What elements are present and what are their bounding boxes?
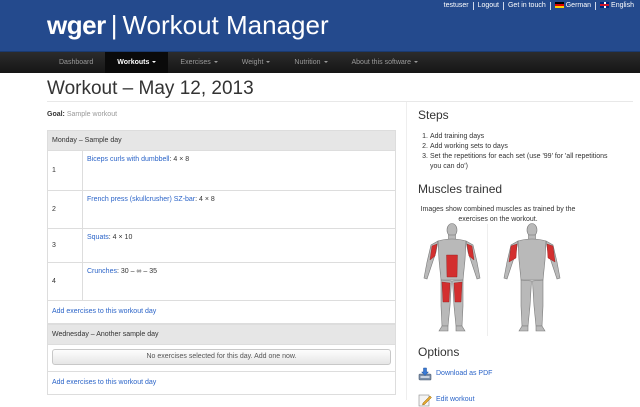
logout-link[interactable]: Logout: [478, 1, 499, 10]
title-divider: [47, 101, 633, 102]
exercise-number: 1: [48, 151, 83, 190]
exercise-number: 4: [48, 263, 83, 300]
download-pdf-link[interactable]: Download as PDF: [418, 367, 492, 381]
step-text: Set the repetitions for each set (use '9…: [430, 153, 608, 170]
exercise-number: 2: [48, 191, 83, 228]
muscles-back-image: [503, 223, 561, 332]
english-flag-icon: [600, 2, 610, 9]
day-title[interactable]: Monday – Sample day: [48, 131, 395, 151]
nav-dashboard-label: Dashboard: [59, 59, 94, 66]
nav-about[interactable]: About this software: [340, 52, 431, 73]
exercise-sets: : 4 × 10: [108, 234, 133, 241]
caret-down-icon: [152, 61, 157, 64]
edit-workout-label: Edit workout: [436, 396, 475, 403]
list-item: 2. Add working sets to days: [418, 142, 618, 152]
nav-workouts[interactable]: Workouts: [105, 52, 169, 73]
caret-down-icon: [323, 61, 328, 64]
table-row: 1 Biceps curls with dumbbell: 4 × 8: [48, 151, 395, 191]
steps-list: 1. Add training days 2. Add working sets t…: [418, 132, 618, 172]
workout-day-monday: Monday – Sample day 1 Biceps curls with …: [47, 130, 396, 324]
step-number: 3.: [422, 153, 428, 160]
nav-weight[interactable]: Weight: [230, 52, 283, 73]
exercise-link[interactable]: Crunches: [87, 268, 117, 275]
caret-down-icon: [414, 61, 419, 64]
body-image-divider: [487, 224, 488, 336]
exercise-sets: : 4 × 8: [169, 156, 190, 163]
step-text: Add training days: [430, 133, 485, 140]
nav-exercises[interactable]: Exercises: [168, 52, 229, 73]
main-navbar: Dashboard Workouts Exercises Weight Nutr…: [0, 52, 640, 73]
site-logo[interactable]: wger | Workout Manager: [47, 9, 329, 41]
logo-brand: wger: [47, 10, 106, 40]
list-item: 3. Set the repetitions for each set (use …: [418, 152, 618, 172]
table-row: 2 French press (skullcrusher) SZ-bar: 4 …: [48, 191, 395, 229]
muscles-heading: Muscles trained: [418, 182, 503, 196]
step-number: 2.: [422, 143, 428, 150]
language-english-label: English: [611, 2, 634, 9]
workout-day-wednesday: Wednesday – Another sample day No exerci…: [47, 324, 396, 395]
exercise-sets: : 30 – ∞ – 35: [116, 268, 157, 275]
empty-day-row: No exercises selected for this day. Add …: [48, 345, 395, 372]
site-header: wger | Workout Manager testuser Logout Get…: [0, 0, 640, 52]
user-link[interactable]: testuser: [444, 1, 469, 10]
exercise-entry: French press (skullcrusher) SZ-bar: 4 × …: [83, 191, 395, 228]
user-links: testuser Logout Get in touch German Engl…: [444, 1, 634, 10]
download-pdf-label: Download as PDF: [436, 370, 493, 377]
exercise-link[interactable]: French press (skullcrusher) SZ-bar: [87, 196, 195, 203]
nav-weight-label: Weight: [241, 59, 264, 66]
exercise-number: 3: [48, 229, 83, 262]
exercise-entry: Biceps curls with dumbbell: 4 × 8: [83, 151, 395, 190]
nav-workouts-label: Workouts: [117, 59, 150, 66]
link-divider: [472, 1, 474, 10]
goal-value: Sample workout: [66, 111, 118, 118]
language-german-label: German: [565, 2, 592, 9]
sidebar-divider: [406, 102, 407, 400]
language-german-link[interactable]: German: [554, 1, 592, 10]
muscles-front-image: [423, 223, 481, 332]
nav-about-label: About this software: [351, 59, 412, 66]
german-flag-icon: [554, 2, 564, 9]
page-title: Workout – May 12, 2013: [47, 78, 254, 99]
pdf-download-icon: [418, 367, 432, 381]
logo-separator: |: [110, 10, 118, 40]
step-text: Add working sets to days: [430, 143, 508, 150]
add-exercises-link[interactable]: Add exercises to this workout day: [48, 372, 395, 394]
link-divider: [549, 1, 551, 10]
caret-down-icon: [213, 61, 218, 64]
exercise-link[interactable]: Biceps curls with dumbbell: [87, 156, 169, 163]
day-title[interactable]: Wednesday – Another sample day: [48, 325, 395, 345]
step-number: 1.: [422, 133, 428, 140]
nav-dashboard[interactable]: Dashboard: [47, 52, 105, 73]
goal-label: Goal:: [47, 111, 65, 118]
contact-link[interactable]: Get in touch: [508, 1, 546, 10]
nav-exercises-label: Exercises: [180, 59, 211, 66]
language-english-link[interactable]: English: [600, 1, 634, 10]
options-heading: Options: [418, 345, 460, 359]
exercise-sets: : 4 × 8: [195, 196, 215, 203]
caret-down-icon: [266, 61, 271, 64]
nav-nutrition-label: Nutrition: [294, 59, 321, 66]
link-divider: [595, 1, 597, 10]
add-exercises-link[interactable]: Add exercises to this workout day: [48, 301, 395, 323]
edit-icon: [418, 394, 432, 407]
table-row: 4 Crunches: 30 – ∞ – 35: [48, 263, 395, 301]
list-item: 1. Add training days: [418, 132, 618, 142]
link-divider: [502, 1, 504, 10]
table-row: 3 Squats: 4 × 10: [48, 229, 395, 263]
exercise-link[interactable]: Squats: [87, 234, 109, 241]
add-exercise-button[interactable]: No exercises selected for this day. Add …: [52, 349, 391, 365]
steps-heading: Steps: [418, 108, 449, 122]
exercise-entry: Crunches: 30 – ∞ – 35: [83, 263, 395, 300]
logo-app-name: Workout Manager: [122, 10, 329, 40]
edit-workout-link[interactable]: Edit workout: [418, 393, 475, 407]
nav-nutrition[interactable]: Nutrition: [282, 52, 339, 73]
workout-goal: Goal: Sample workout: [47, 110, 117, 120]
exercise-entry: Squats: 4 × 10: [83, 229, 395, 262]
